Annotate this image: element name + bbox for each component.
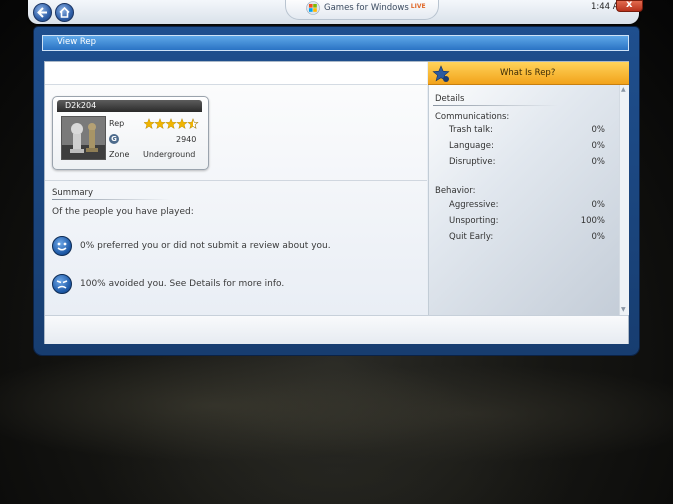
disruptive-value: 0% [591, 157, 606, 167]
rep-label: Rep [109, 119, 125, 128]
gamer-card-header: D2k204 [57, 100, 202, 112]
details-underline [433, 105, 558, 106]
disruptive-label: Disruptive: [449, 157, 496, 167]
unsporting-value: 100% [580, 216, 605, 226]
details-scrollbar[interactable]: ▲ ▼ [619, 85, 629, 315]
brand-label: Games for Windows LIVE [324, 3, 426, 13]
sad-face-icon [52, 274, 72, 294]
rep-star [165, 118, 177, 129]
rep-star [144, 118, 155, 129]
quit-early-value: 0% [591, 232, 606, 242]
aggressive-value: 0% [591, 200, 606, 210]
aggressive-label: Aggressive: [449, 200, 499, 210]
close-icon: x [626, 0, 633, 10]
details-title: Details [435, 94, 465, 104]
summary-underline [52, 199, 170, 200]
home-icon [59, 7, 70, 18]
what-is-rep-button[interactable]: What Is Rep? [428, 62, 629, 85]
trash-talk-label: Trash talk: [449, 125, 493, 135]
window-title-bar: View Rep [42, 35, 629, 51]
gamertag: D2k204 [65, 101, 97, 110]
back-arrow-icon [37, 7, 47, 18]
what-is-rep-label: What Is Rep? [500, 68, 556, 78]
left-header-strip [45, 62, 427, 85]
games-for-windows-live-logo[interactable]: Games for Windows LIVE [285, 0, 439, 20]
divider [45, 180, 427, 181]
quit-early-label: Quit Early: [449, 232, 494, 242]
window-title: View Rep [57, 37, 97, 47]
back-button[interactable] [33, 3, 52, 22]
gamer-card[interactable]: D2k204 Rep G 2940 Zone Underground [52, 96, 209, 170]
rep-help-star-icon [432, 65, 450, 82]
scroll-down-arrow-icon[interactable]: ▼ [621, 306, 626, 313]
zone-value: Underground [143, 150, 196, 159]
rep-star [176, 118, 188, 129]
chess-pieces-icon [62, 117, 105, 159]
rep-stars [144, 118, 199, 129]
trash-talk-value: 0% [591, 125, 606, 135]
bottom-bar [45, 315, 628, 344]
unsporting-label: Unsporting: [449, 216, 499, 226]
gamerscore: 2940 [176, 135, 197, 144]
happy-face-icon [52, 236, 72, 256]
zone-label: Zone [109, 150, 130, 159]
rep-star [154, 118, 166, 129]
close-button[interactable]: x [616, 0, 643, 12]
preferred-text: 0% preferred you or did not submit a rev… [80, 241, 331, 251]
gamer-picture [61, 116, 106, 160]
summary-intro: Of the people you have played: [52, 207, 194, 217]
scroll-up-arrow-icon[interactable]: ▲ [621, 86, 626, 93]
windows-logo-icon [306, 1, 320, 15]
background-art [0, 340, 673, 504]
guide-top-bar: Games for Windows LIVE 1:44 AM [28, 0, 639, 24]
rep-star [187, 118, 199, 129]
communications-label: Communications: [435, 112, 510, 122]
language-value: 0% [591, 141, 606, 151]
summary-title: Summary [52, 188, 94, 198]
avoided-text: 100% avoided you. See Details for more i… [80, 279, 285, 289]
gamerscore-icon: G [109, 134, 119, 144]
behavior-label: Behavior: [435, 186, 476, 196]
home-button[interactable] [55, 3, 74, 22]
language-label: Language: [449, 141, 494, 151]
